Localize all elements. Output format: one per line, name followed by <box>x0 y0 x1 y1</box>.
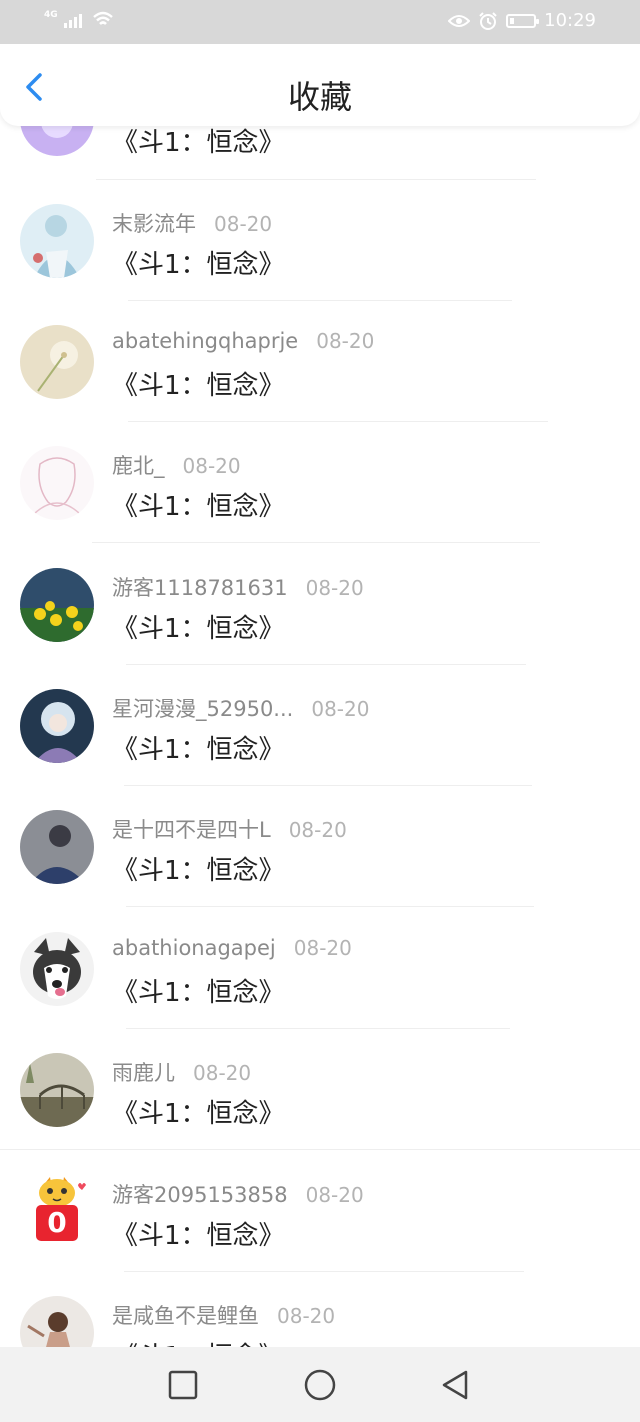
post-title: 《斗1：恒念》 <box>112 1221 285 1251</box>
triangle-back-icon <box>442 1370 468 1400</box>
divider <box>128 421 548 422</box>
circle-icon <box>304 1369 336 1401</box>
divider <box>124 785 532 786</box>
divider <box>126 906 534 907</box>
divider <box>0 1149 640 1150</box>
avatar <box>20 568 94 642</box>
avatar <box>20 1053 94 1127</box>
user-name: 是十四不是四十L <box>112 818 271 842</box>
guest-badge-number: 0 <box>47 1206 67 1239</box>
nav-bar: 收藏 <box>0 44 640 126</box>
list-item[interactable]: 鹿北_ 08-20 《斗1：恒念》 <box>0 424 640 545</box>
avatar <box>20 810 94 884</box>
post-title: 《斗1：恒念》 <box>112 978 285 1008</box>
divider <box>124 1271 524 1272</box>
wifi-icon <box>92 11 113 25</box>
user-name: 游客1118781631 <box>112 576 288 600</box>
post-date: 08-20 <box>193 1061 252 1085</box>
user-name: 是咸鱼不是鲤鱼 <box>112 1304 259 1328</box>
user-name: 游客2095153858 <box>112 1183 288 1207</box>
list-item[interactable]: 末影流年 08-20 《斗1：恒念》 <box>0 182 640 303</box>
post-title: 《斗1：恒念》 <box>112 735 285 765</box>
back-nav-button[interactable] <box>437 1367 473 1403</box>
network-type: 4G <box>44 10 58 20</box>
user-name: 末影流年 <box>112 212 196 236</box>
divider <box>128 300 512 301</box>
post-date: 08-20 <box>311 697 370 721</box>
avatar <box>20 932 94 1006</box>
post-title: 《斗1：恒念》 <box>112 371 285 401</box>
divider <box>92 542 540 543</box>
system-nav-bar <box>0 1347 640 1422</box>
user-name: 雨鹿儿 <box>112 1061 175 1085</box>
page-title: 收藏 <box>287 78 352 116</box>
user-name: abatehingqhaprje <box>112 329 299 353</box>
avatar <box>20 446 94 520</box>
list-item[interactable]: 游客1118781631 08-20 《斗1：恒念》 <box>0 546 640 667</box>
list-item[interactable]: abatehingqhaprje 08-20 《斗1：恒念》 <box>0 303 640 424</box>
user-name: 鹿北_ <box>112 454 165 478</box>
battery-icon <box>506 13 540 28</box>
divider <box>96 179 536 180</box>
home-button[interactable] <box>302 1367 338 1403</box>
post-title: 《斗1：恒念》 <box>112 856 285 886</box>
post-date: 08-20 <box>305 576 364 600</box>
post-title: 《斗1：恒念》 <box>112 128 285 158</box>
post-title: 《斗1：恒念》 <box>112 1099 285 1129</box>
signal-icon <box>63 14 82 28</box>
avatar <box>20 325 94 399</box>
list-item[interactable]: 0 游客2095153858 08-20 《斗1：恒念》 <box>0 1153 640 1274</box>
post-date: 08-20 <box>288 818 347 842</box>
post-date: 08-20 <box>293 936 352 960</box>
divider <box>126 1028 510 1029</box>
alarm-icon <box>479 11 497 30</box>
user-name: abathionagapej <box>112 936 276 960</box>
avatar <box>20 689 94 763</box>
list-item[interactable]: 是十四不是四十L 08-20 《斗1：恒念》 <box>0 788 640 909</box>
post-date: 08-20 <box>277 1304 336 1328</box>
status-bar: 4G 10:29 <box>0 0 640 44</box>
guest-avatar: 0 <box>20 1175 94 1249</box>
list-item[interactable]: 星河漫漫_52950... 08-20 《斗1：恒念》 <box>0 667 640 788</box>
post-date: 08-20 <box>182 454 241 478</box>
eye-icon <box>448 14 471 27</box>
status-time: 10:29 <box>544 10 596 31</box>
list-item[interactable]: abathionagapej 08-20 《斗1：恒念》 <box>0 910 640 1031</box>
post-date: 08-20 <box>305 1183 364 1207</box>
list-item[interactable]: 雨鹿儿 08-20 《斗1：恒念》 <box>0 1031 640 1152</box>
avatar <box>20 204 94 278</box>
square-icon <box>168 1370 198 1400</box>
post-date: 08-20 <box>214 212 273 236</box>
post-title: 《斗1：恒念》 <box>112 250 285 280</box>
post-title: 《斗1：恒念》 <box>112 492 285 522</box>
user-name: 星河漫漫_52950... <box>112 697 294 721</box>
post-date: 08-20 <box>316 329 375 353</box>
divider <box>126 664 526 665</box>
post-title: 《斗1：恒念》 <box>112 614 285 644</box>
recent-apps-button[interactable] <box>165 1367 201 1403</box>
